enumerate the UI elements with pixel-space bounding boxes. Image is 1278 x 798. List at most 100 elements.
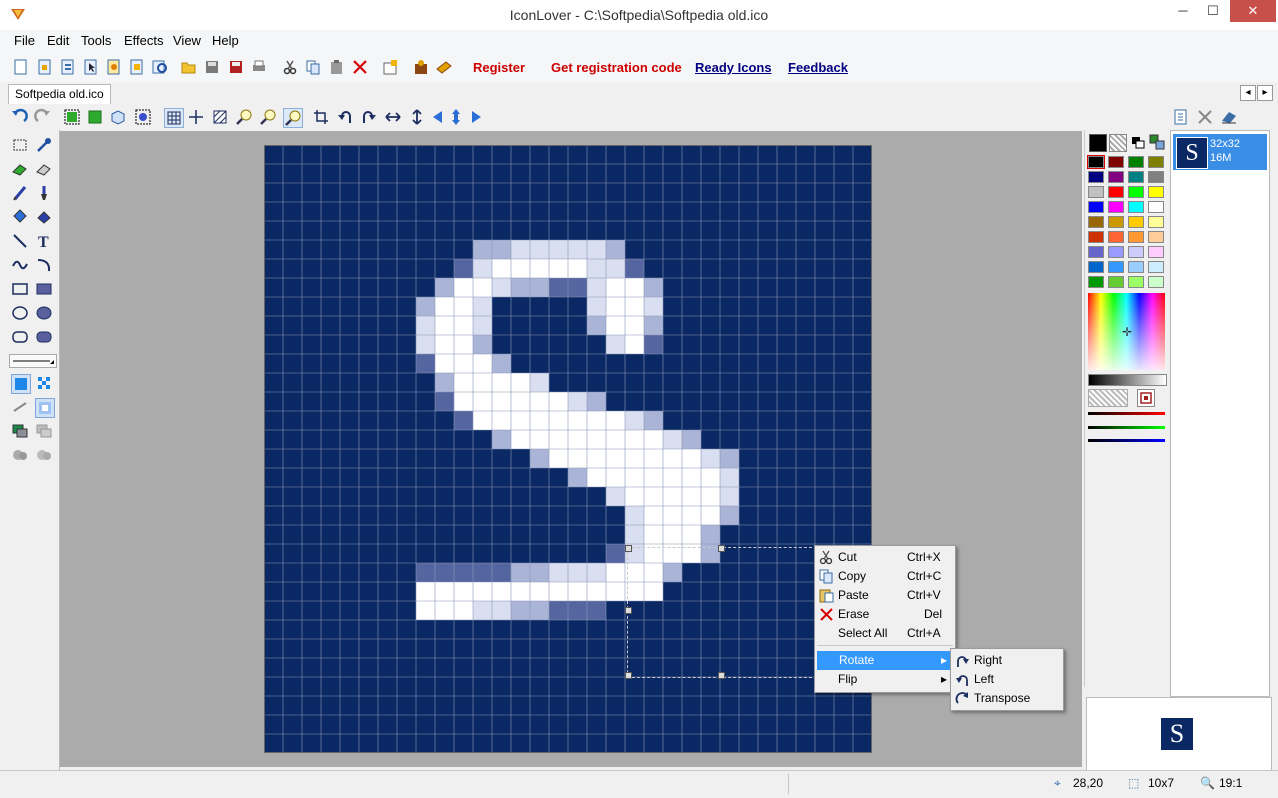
save-all-icon[interactable] bbox=[228, 59, 244, 75]
palette-swatch[interactable] bbox=[1128, 156, 1144, 168]
rotate-right-icon[interactable] bbox=[360, 108, 378, 126]
selection-handle-left[interactable] bbox=[625, 607, 632, 614]
delete-icon[interactable] bbox=[352, 59, 368, 75]
layer-split-icon[interactable] bbox=[35, 422, 53, 440]
ctx-item-cut[interactable]: Cut Ctrl+X bbox=[815, 548, 955, 567]
palette-swatch[interactable] bbox=[1108, 156, 1124, 168]
rounded-rect-filled-icon[interactable] bbox=[35, 328, 53, 346]
curve-tool-icon[interactable] bbox=[11, 256, 29, 274]
zoom-in-icon[interactable] bbox=[235, 108, 253, 126]
primary-color-swatch[interactable] bbox=[1089, 134, 1107, 152]
menu-view[interactable]: View bbox=[173, 33, 201, 48]
shift-right-icon[interactable] bbox=[466, 108, 484, 126]
format-add-icon[interactable] bbox=[1172, 108, 1190, 126]
palette-swatch[interactable] bbox=[1108, 276, 1124, 288]
palette-swatch[interactable] bbox=[1108, 186, 1124, 198]
maximize-button[interactable]: ☐ bbox=[1198, 0, 1228, 22]
selection-handle-top-left[interactable] bbox=[625, 545, 632, 552]
palette-swatch[interactable] bbox=[1128, 276, 1144, 288]
ctx-item-paste[interactable]: Paste Ctrl+V bbox=[815, 586, 955, 605]
3d-box-icon[interactable] bbox=[109, 108, 127, 126]
palette-swatch[interactable] bbox=[1148, 231, 1164, 243]
palette-swatch[interactable] bbox=[1108, 261, 1124, 273]
menu-effects[interactable]: Effects bbox=[124, 33, 164, 48]
selection-rectangle[interactable] bbox=[627, 547, 817, 678]
palette-swatch[interactable] bbox=[1148, 216, 1164, 228]
crosshair-icon[interactable] bbox=[187, 108, 205, 126]
line-tool-icon[interactable] bbox=[11, 232, 29, 250]
zoom-out-icon[interactable] bbox=[259, 108, 277, 126]
glow-icon[interactable] bbox=[134, 108, 152, 126]
find-icon[interactable] bbox=[152, 59, 168, 75]
save-icon[interactable] bbox=[204, 59, 220, 75]
color-spectrum-picker[interactable]: ✛ bbox=[1088, 293, 1165, 370]
minimize-button[interactable]: ─ bbox=[1168, 0, 1198, 22]
menu-tools[interactable]: Tools bbox=[81, 33, 111, 48]
paste-icon[interactable] bbox=[329, 59, 345, 75]
palette-swatch[interactable] bbox=[1148, 261, 1164, 273]
feedback-link[interactable]: Feedback bbox=[788, 60, 848, 75]
properties-icon[interactable] bbox=[382, 59, 398, 75]
palette-swatch[interactable] bbox=[1148, 171, 1164, 183]
palette-swatch[interactable] bbox=[1148, 246, 1164, 258]
palette-swatch[interactable] bbox=[1087, 155, 1105, 169]
arc-tool-icon[interactable] bbox=[35, 256, 53, 274]
shift-left-icon[interactable] bbox=[430, 108, 448, 126]
crop-icon[interactable] bbox=[312, 108, 330, 126]
palette-swatch[interactable] bbox=[1088, 276, 1104, 288]
antialias-off-icon[interactable] bbox=[11, 398, 29, 416]
palette-swatch[interactable] bbox=[1148, 276, 1164, 288]
blue-channel-slider[interactable] bbox=[1088, 439, 1165, 442]
rounded-rect-outline-icon[interactable] bbox=[11, 328, 29, 346]
palette-swatch[interactable] bbox=[1148, 186, 1164, 198]
shift-all-icon[interactable] bbox=[447, 108, 465, 126]
ctx-item-erase[interactable]: Erase Del bbox=[815, 605, 955, 624]
background-icon[interactable] bbox=[63, 108, 81, 126]
eraser-tool-icon[interactable] bbox=[11, 160, 29, 178]
submenu-item-left[interactable]: Left bbox=[951, 670, 1063, 689]
palette-swatch[interactable] bbox=[1088, 261, 1104, 273]
menu-help[interactable]: Help bbox=[212, 33, 239, 48]
transparent-color-swatch[interactable] bbox=[1109, 134, 1127, 152]
menu-file[interactable]: File bbox=[14, 33, 35, 48]
palette-swatch[interactable] bbox=[1128, 231, 1144, 243]
color-settings-icon[interactable] bbox=[1137, 389, 1155, 407]
undo-icon[interactable] bbox=[10, 108, 28, 126]
cut-icon[interactable] bbox=[282, 59, 298, 75]
palette-swatch[interactable] bbox=[1088, 231, 1104, 243]
copy-icon[interactable] bbox=[305, 59, 321, 75]
tab-softpedia-old-ico[interactable]: Softpedia old.ico bbox=[8, 84, 111, 104]
new-icon[interactable] bbox=[13, 59, 29, 75]
alpha-swatch[interactable] bbox=[1088, 389, 1128, 407]
new-cursor-icon[interactable] bbox=[83, 59, 99, 75]
pattern-grid-icon[interactable] bbox=[211, 108, 229, 126]
palette-swatch[interactable] bbox=[1148, 156, 1164, 168]
text-tool-icon[interactable]: T bbox=[35, 232, 53, 251]
rectangle-filled-icon[interactable] bbox=[35, 280, 53, 298]
red-channel-slider[interactable] bbox=[1088, 412, 1165, 415]
palette-swatch[interactable] bbox=[1088, 246, 1104, 258]
tab-scroll-right-icon[interactable]: ▸ bbox=[1257, 85, 1273, 101]
palette-swatch[interactable] bbox=[1128, 246, 1144, 258]
flip-horizontal-icon[interactable] bbox=[384, 108, 402, 126]
open-folder-icon[interactable] bbox=[181, 59, 197, 75]
filters-disabled-icon[interactable] bbox=[35, 446, 53, 464]
palette-swatch[interactable] bbox=[1088, 201, 1104, 213]
ready-icons-link[interactable]: Ready Icons bbox=[695, 60, 772, 75]
fill-bucket-icon[interactable] bbox=[11, 208, 29, 226]
green-channel-slider[interactable] bbox=[1088, 426, 1165, 429]
line-width-selector[interactable] bbox=[9, 354, 57, 368]
book-icon[interactable] bbox=[436, 59, 452, 75]
effects-disabled-icon[interactable] bbox=[11, 446, 29, 464]
selection-handle-bottom-left[interactable] bbox=[625, 672, 632, 679]
ctx-item-flip[interactable]: Flip ▸ bbox=[815, 670, 955, 689]
palette-swatch[interactable] bbox=[1148, 201, 1164, 213]
tab-scroll-left-icon[interactable]: ◂ bbox=[1240, 85, 1256, 101]
redo-icon[interactable] bbox=[34, 108, 52, 126]
format-item-32x32[interactable]: S 32x32 16M bbox=[1173, 134, 1267, 170]
antialias-on-icon[interactable] bbox=[35, 398, 55, 418]
title-bar[interactable]: IconLover - C:\Softpedia\Softpedia old.i… bbox=[0, 0, 1278, 30]
rect-select-icon[interactable] bbox=[11, 136, 29, 154]
fill-layer-icon[interactable] bbox=[86, 108, 104, 126]
flip-vertical-icon[interactable] bbox=[408, 108, 426, 126]
